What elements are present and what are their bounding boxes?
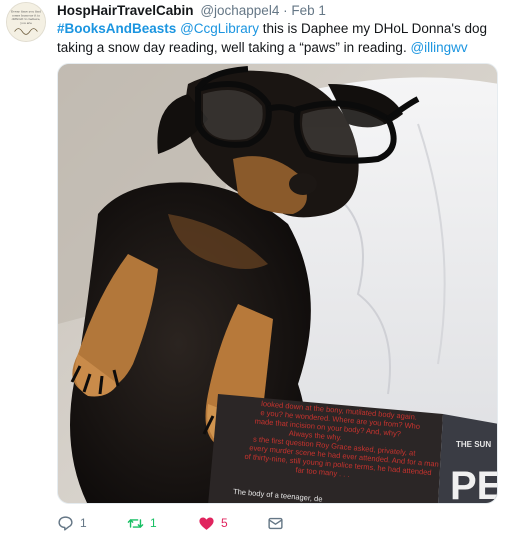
- separator-dot: ·: [283, 3, 288, 18]
- reply-count: 1: [80, 516, 87, 530]
- hashtag-link[interactable]: #BooksAndBeasts: [57, 21, 176, 36]
- tweet-photo[interactable]: looked down at the bony, mutilated body …: [57, 63, 498, 504]
- mention-library-link[interactable]: @CcgLibrary: [180, 21, 259, 36]
- tweet-actions: 1 1 5: [57, 512, 497, 536]
- author-name[interactable]: HospHairTravelCabin: [57, 3, 194, 18]
- direct-message-button[interactable]: [267, 512, 284, 534]
- tweet-text: #BooksAndBeasts @CcgLibrary this is Daph…: [57, 19, 497, 57]
- envelope-icon: [268, 517, 283, 529]
- mention-user-link[interactable]: @illingwv: [410, 40, 467, 55]
- retweet-button[interactable]: 1: [127, 512, 157, 534]
- reply-button[interactable]: 1: [57, 512, 87, 534]
- book-spine-title: THE SUN: [456, 440, 491, 449]
- reply-icon: [58, 515, 73, 531]
- svg-text:you are: you are: [19, 21, 32, 25]
- retweet-count: 1: [150, 516, 157, 530]
- tweet-header: HospHairTravelCabin @jochappel4 · Feb 1: [57, 2, 326, 19]
- retweet-icon: [127, 518, 144, 528]
- tweet-date[interactable]: Feb 1: [291, 3, 326, 18]
- tweet[interactable]: Every time you find some humour it is di…: [0, 0, 506, 539]
- dog-photo: looked down at the bony, mutilated body …: [58, 64, 498, 504]
- avatar-image: Every time you find some humour it is di…: [7, 3, 45, 41]
- heart-icon: [199, 516, 214, 530]
- author-handle[interactable]: @jochappel4: [200, 3, 279, 18]
- avatar[interactable]: Every time you find some humour it is di…: [6, 2, 46, 42]
- like-count: 5: [221, 516, 228, 530]
- like-button[interactable]: 5: [198, 512, 228, 534]
- book-spine-letters: PE: [450, 464, 498, 504]
